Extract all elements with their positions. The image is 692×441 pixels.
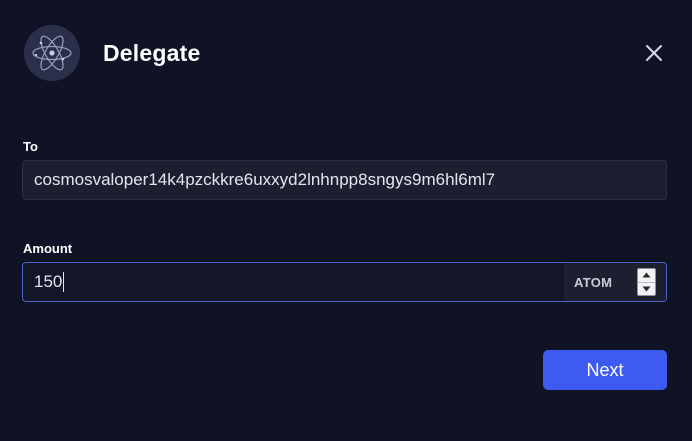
validator-address-field[interactable]: cosmosvaloper14k4pzckkre6uxxyd2lnhnpp8sn… (22, 160, 667, 200)
delegate-dialog: Delegate To cosmosvaloper14k4pzckkre6uxx… (0, 0, 692, 441)
caret-up-icon[interactable] (638, 269, 655, 282)
unit-label: ATOM (574, 274, 613, 290)
to-label: To (23, 139, 38, 154)
amount-input-group: 150 ATOM (22, 262, 667, 302)
amount-stepper[interactable] (637, 268, 656, 296)
amount-value: 150 (34, 272, 63, 291)
dialog-title: Delegate (103, 39, 201, 66)
caret-down-icon[interactable] (638, 281, 655, 296)
amount-label: Amount (23, 241, 73, 256)
dialog-header: Delegate (24, 25, 200, 81)
text-caret (63, 272, 65, 292)
amount-input[interactable]: 150 (23, 263, 564, 301)
unit-addon: ATOM (564, 263, 666, 301)
cosmos-atom-icon (24, 25, 80, 81)
close-icon[interactable] (645, 44, 663, 62)
next-button[interactable]: Next (543, 350, 667, 390)
